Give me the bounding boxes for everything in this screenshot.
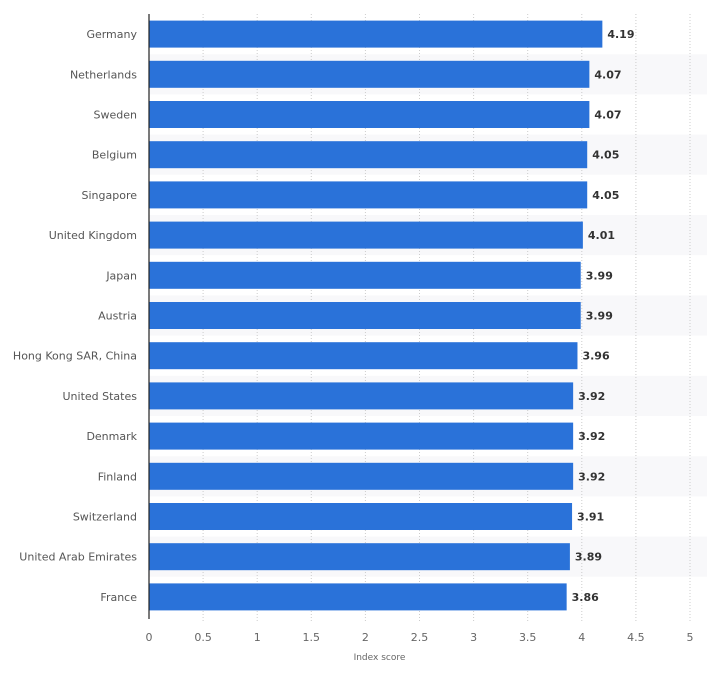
x-tick-label: 5 xyxy=(687,631,694,644)
bars xyxy=(149,20,603,611)
bar xyxy=(149,382,574,410)
bar xyxy=(149,302,581,329)
category-label: Netherlands xyxy=(70,68,137,81)
value-label: 4.07 xyxy=(594,68,621,81)
category-label: Denmark xyxy=(86,430,137,443)
bar xyxy=(149,422,574,450)
x-tick-label: 1.5 xyxy=(303,631,321,644)
bar xyxy=(149,221,583,249)
bar xyxy=(149,20,603,48)
bar xyxy=(149,503,573,530)
value-label: 3.99 xyxy=(586,269,613,282)
bar xyxy=(149,60,590,88)
value-label: 3.92 xyxy=(578,430,605,443)
category-label: Austria xyxy=(98,310,137,323)
bar xyxy=(149,462,574,490)
value-label: 3.92 xyxy=(578,390,605,403)
category-label: Japan xyxy=(105,269,137,282)
x-tick-label: 3.5 xyxy=(519,631,537,644)
category-labels: Germany Netherlands Sweden Belgium Singapore… xyxy=(13,28,138,604)
bar xyxy=(149,261,581,289)
category-label: Finland xyxy=(98,470,137,483)
value-label: 3.92 xyxy=(578,470,605,483)
x-tick-label: 0 xyxy=(146,631,153,644)
bar xyxy=(149,141,588,169)
bar xyxy=(149,543,570,571)
x-tick-label: 0.5 xyxy=(194,631,212,644)
category-label: Sweden xyxy=(94,109,137,122)
bar xyxy=(149,181,588,209)
category-label: Belgium xyxy=(92,149,137,162)
category-label: United Arab Emirates xyxy=(19,551,137,564)
x-tick-label: 2 xyxy=(362,631,369,644)
value-label: 3.86 xyxy=(572,591,599,604)
category-label: Hong Kong SAR, China xyxy=(13,350,137,363)
category-label: United States xyxy=(63,390,138,403)
x-axis-title: Index score xyxy=(354,653,406,663)
x-tick-label: 4.5 xyxy=(627,631,645,644)
x-tick-labels: 0 0.5 1 1.5 2 2.5 3 3.5 4 4.5 5 xyxy=(146,631,694,644)
category-label: Switzerland xyxy=(73,511,137,524)
value-label: 3.96 xyxy=(582,350,609,363)
x-tick-label: 4 xyxy=(578,631,585,644)
bar xyxy=(149,342,578,370)
x-tick-label: 2.5 xyxy=(411,631,429,644)
x-tick-label: 1 xyxy=(254,631,261,644)
value-label: 3.91 xyxy=(577,511,604,524)
value-label: 3.99 xyxy=(586,310,613,323)
value-label: 4.05 xyxy=(592,189,619,202)
value-label: 4.07 xyxy=(594,109,621,122)
category-label: France xyxy=(100,591,137,604)
bar xyxy=(149,101,590,128)
category-label: Germany xyxy=(86,28,137,41)
value-label: 4.01 xyxy=(588,229,615,242)
value-label: 4.19 xyxy=(607,28,634,41)
value-label: 3.89 xyxy=(575,551,602,564)
bar-chart: Germany Netherlands Sweden Belgium Singapore… xyxy=(13,14,707,663)
value-label: 4.05 xyxy=(592,149,619,162)
x-tick-label: 3 xyxy=(470,631,477,644)
category-label: Singapore xyxy=(82,189,138,202)
category-label: United Kingdom xyxy=(49,229,137,242)
bar xyxy=(149,583,567,611)
